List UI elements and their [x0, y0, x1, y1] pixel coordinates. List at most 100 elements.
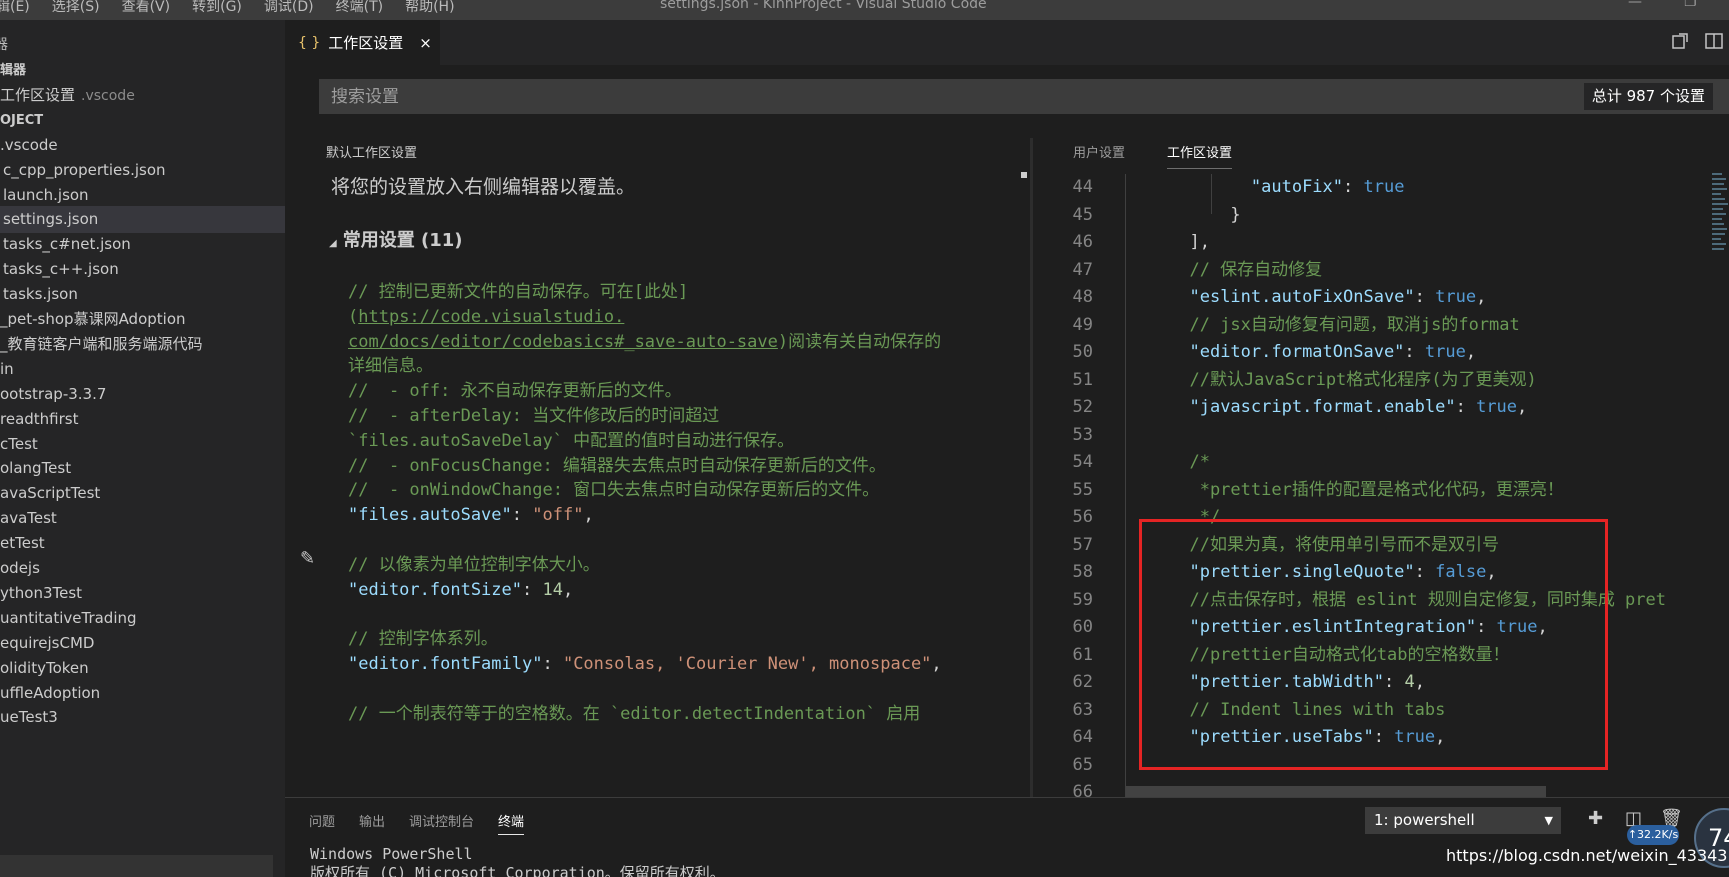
left-scrollbar-thumb[interactable] [1021, 172, 1027, 178]
explorer-item[interactable]: ueTest3 [0, 704, 285, 731]
explorer-item[interactable]: cTest [0, 431, 285, 458]
code-token: "off" [532, 505, 584, 526]
explorer-item[interactable]: ython3Test [0, 580, 285, 607]
explorer-item[interactable]: uantitativeTrading [0, 605, 285, 632]
explorer-item[interactable]: uffleAdoption [0, 680, 285, 707]
code-line: "eslint.autoFixOnSave": true, [1169, 284, 1729, 312]
horizontal-scrollbar[interactable] [1126, 786, 1546, 797]
explorer-item-label: ootstrap-3.3.7 [0, 384, 107, 403]
explorer-item-label: OJECT [0, 112, 44, 128]
explorer-item[interactable]: tasks.json [0, 281, 285, 308]
code-line: // jsx自动修复有问题，取消js的format [1169, 312, 1729, 340]
explorer-item[interactable]: c_cpp_properties.json [0, 157, 285, 184]
explorer-item[interactable]: equirejsCMD [0, 630, 285, 657]
menu-item[interactable]: 终端(T) [336, 0, 383, 16]
code-token: : [1404, 342, 1425, 362]
code-token: "Consolas, 'Courier New', monospace" [562, 653, 932, 674]
panel-tab[interactable]: 输出 [359, 811, 385, 835]
explorer-item[interactable]: _教育链客户端和服务端源代码 [0, 331, 285, 358]
explorer-item[interactable]: _pet-shop慕课网Adoption [0, 306, 285, 333]
explorer-item[interactable]: tasks_c#net.json [0, 231, 285, 258]
code-token: : [1343, 177, 1364, 197]
explorer-item-label: _pet-shop慕课网Adoption [0, 310, 186, 328]
explorer-item[interactable]: etTest [0, 530, 285, 557]
terminal-line: 版权所有 (C) Microsoft Corporation。保留所有权利。 [310, 864, 725, 877]
code-token[interactable]: https://code.visualstudio. [358, 307, 624, 327]
minimap[interactable] [1712, 173, 1729, 303]
panel-tab[interactable]: 问题 [309, 811, 335, 835]
left-scrollbar[interactable] [1014, 170, 1024, 797]
code-line: // 一个制表符等于的空格数。在 `editor.detectIndentati… [348, 702, 1008, 727]
terminal-select[interactable]: 1: powershell ▼ [1365, 807, 1561, 834]
explorer-section[interactable]: 辑器 [0, 57, 285, 84]
minimize-icon[interactable]: — [1628, 0, 1642, 10]
explorer-item[interactable]: odejs [0, 555, 285, 582]
explorer-item-label: olangTest [0, 459, 72, 478]
code-token: "autoFix" [1250, 177, 1344, 197]
explorer-item-label: avaTest [0, 509, 57, 528]
code-token: // - afterDelay: 当文件修改后的时间超过 [348, 405, 720, 426]
split-editor-icon[interactable] [1705, 32, 1723, 50]
explorer-item[interactable]: avaTest [0, 505, 285, 532]
line-number: 49 [1072, 314, 1093, 335]
common-settings-header[interactable]: ◢ 常用设置 (11) [329, 226, 462, 252]
code-token: : [542, 653, 563, 674]
indent-guide [1125, 174, 1126, 797]
maximize-icon[interactable]: ❐ [1684, 0, 1697, 10]
menu-item[interactable]: 转到(G) [192, 0, 242, 16]
code-token: , [1476, 287, 1487, 307]
settings-description: 将您的设置放入右侧编辑器以覆盖。 [331, 176, 636, 198]
line-number: 64 [1072, 727, 1093, 747]
open-settings-json-icon[interactable] [1671, 32, 1689, 50]
settings-search-input[interactable] [319, 79, 1569, 114]
explorer-item-label: equirejsCMD [0, 633, 95, 652]
code-line: // - onFocusChange: 编辑器失去焦点时自动保存更新后的文件。 [348, 454, 1008, 479]
explorer-item-label: odejs [0, 559, 40, 577]
sidebar-bottom-bar [0, 855, 273, 877]
tab-workspace-settings[interactable]: { } 工作区设置 × [285, 20, 440, 65]
explorer-item-label: c_cpp_properties.json [3, 160, 166, 179]
code-token: 14 [542, 579, 563, 600]
edit-pencil-icon[interactable]: ✎ [300, 548, 315, 569]
tab-workspace-settings-sub[interactable]: 工作区设置 [1167, 142, 1233, 169]
explorer-item[interactable]: readthfirst [0, 406, 285, 433]
panel-tab[interactable]: 终端 [498, 811, 525, 835]
tab-user-settings[interactable]: 用户设置 [1073, 142, 1125, 161]
close-icon[interactable]: × [419, 34, 432, 52]
explorer-item[interactable]: olangTest [0, 455, 285, 482]
explorer-item[interactable]: ootstrap-3.3.7 [0, 381, 285, 408]
code-token: // - onWindowChange: 窗口失去焦点时自动保存更新后的文件。 [348, 480, 880, 501]
menu-item[interactable]: 辑(E) [0, 0, 30, 16]
code-token: "editor.formatOnSave" [1189, 342, 1405, 362]
code-line: // 控制字体系列。 [348, 627, 1008, 652]
code-token: , [583, 505, 594, 526]
line-number: 45 [1072, 204, 1093, 225]
explorer-item[interactable]: olidityToken [0, 655, 285, 682]
explorer-item[interactable]: tasks_c++.json [0, 256, 285, 283]
new-terminal-icon[interactable]: ✚ [1588, 808, 1603, 829]
code-token[interactable]: com/docs/editor/codebasics#_save-auto-sa… [348, 332, 778, 352]
terminal-output[interactable]: Windows PowerShell 版权所有 (C) Microsoft Cor… [310, 845, 725, 877]
code-line: } [1169, 202, 1729, 230]
explorer-item[interactable]: launch.json [0, 182, 285, 209]
menu-item[interactable]: 帮助(H) [405, 0, 454, 16]
line-number: 65 [1072, 754, 1093, 775]
menu-bar: 辑(E) 选择(S) 查看(V) 转到(G) 调试(D) 终端(T) 帮助(H) setti… [0, 0, 1729, 20]
explorer-item[interactable]: settings.json [0, 206, 285, 234]
explorer-item-label: etTest [0, 534, 45, 553]
explorer-item[interactable]: in [0, 356, 285, 383]
explorer-item[interactable]: avaScriptTest [0, 480, 285, 507]
menu-item[interactable]: 调试(D) [264, 0, 314, 16]
panel-tab[interactable]: 调试控制台 [409, 811, 474, 835]
menu-item[interactable]: 查看(V) [122, 0, 171, 16]
line-number: 54 [1072, 452, 1093, 472]
line-number: 44 [1072, 177, 1093, 197]
menu-item[interactable]: 选择(S) [52, 0, 100, 16]
explorer-item[interactable]: .vscode [0, 132, 285, 159]
explorer-section[interactable]: OJECT [0, 107, 285, 134]
explorer-item[interactable]: 工作区设置 .vscode [0, 82, 285, 109]
